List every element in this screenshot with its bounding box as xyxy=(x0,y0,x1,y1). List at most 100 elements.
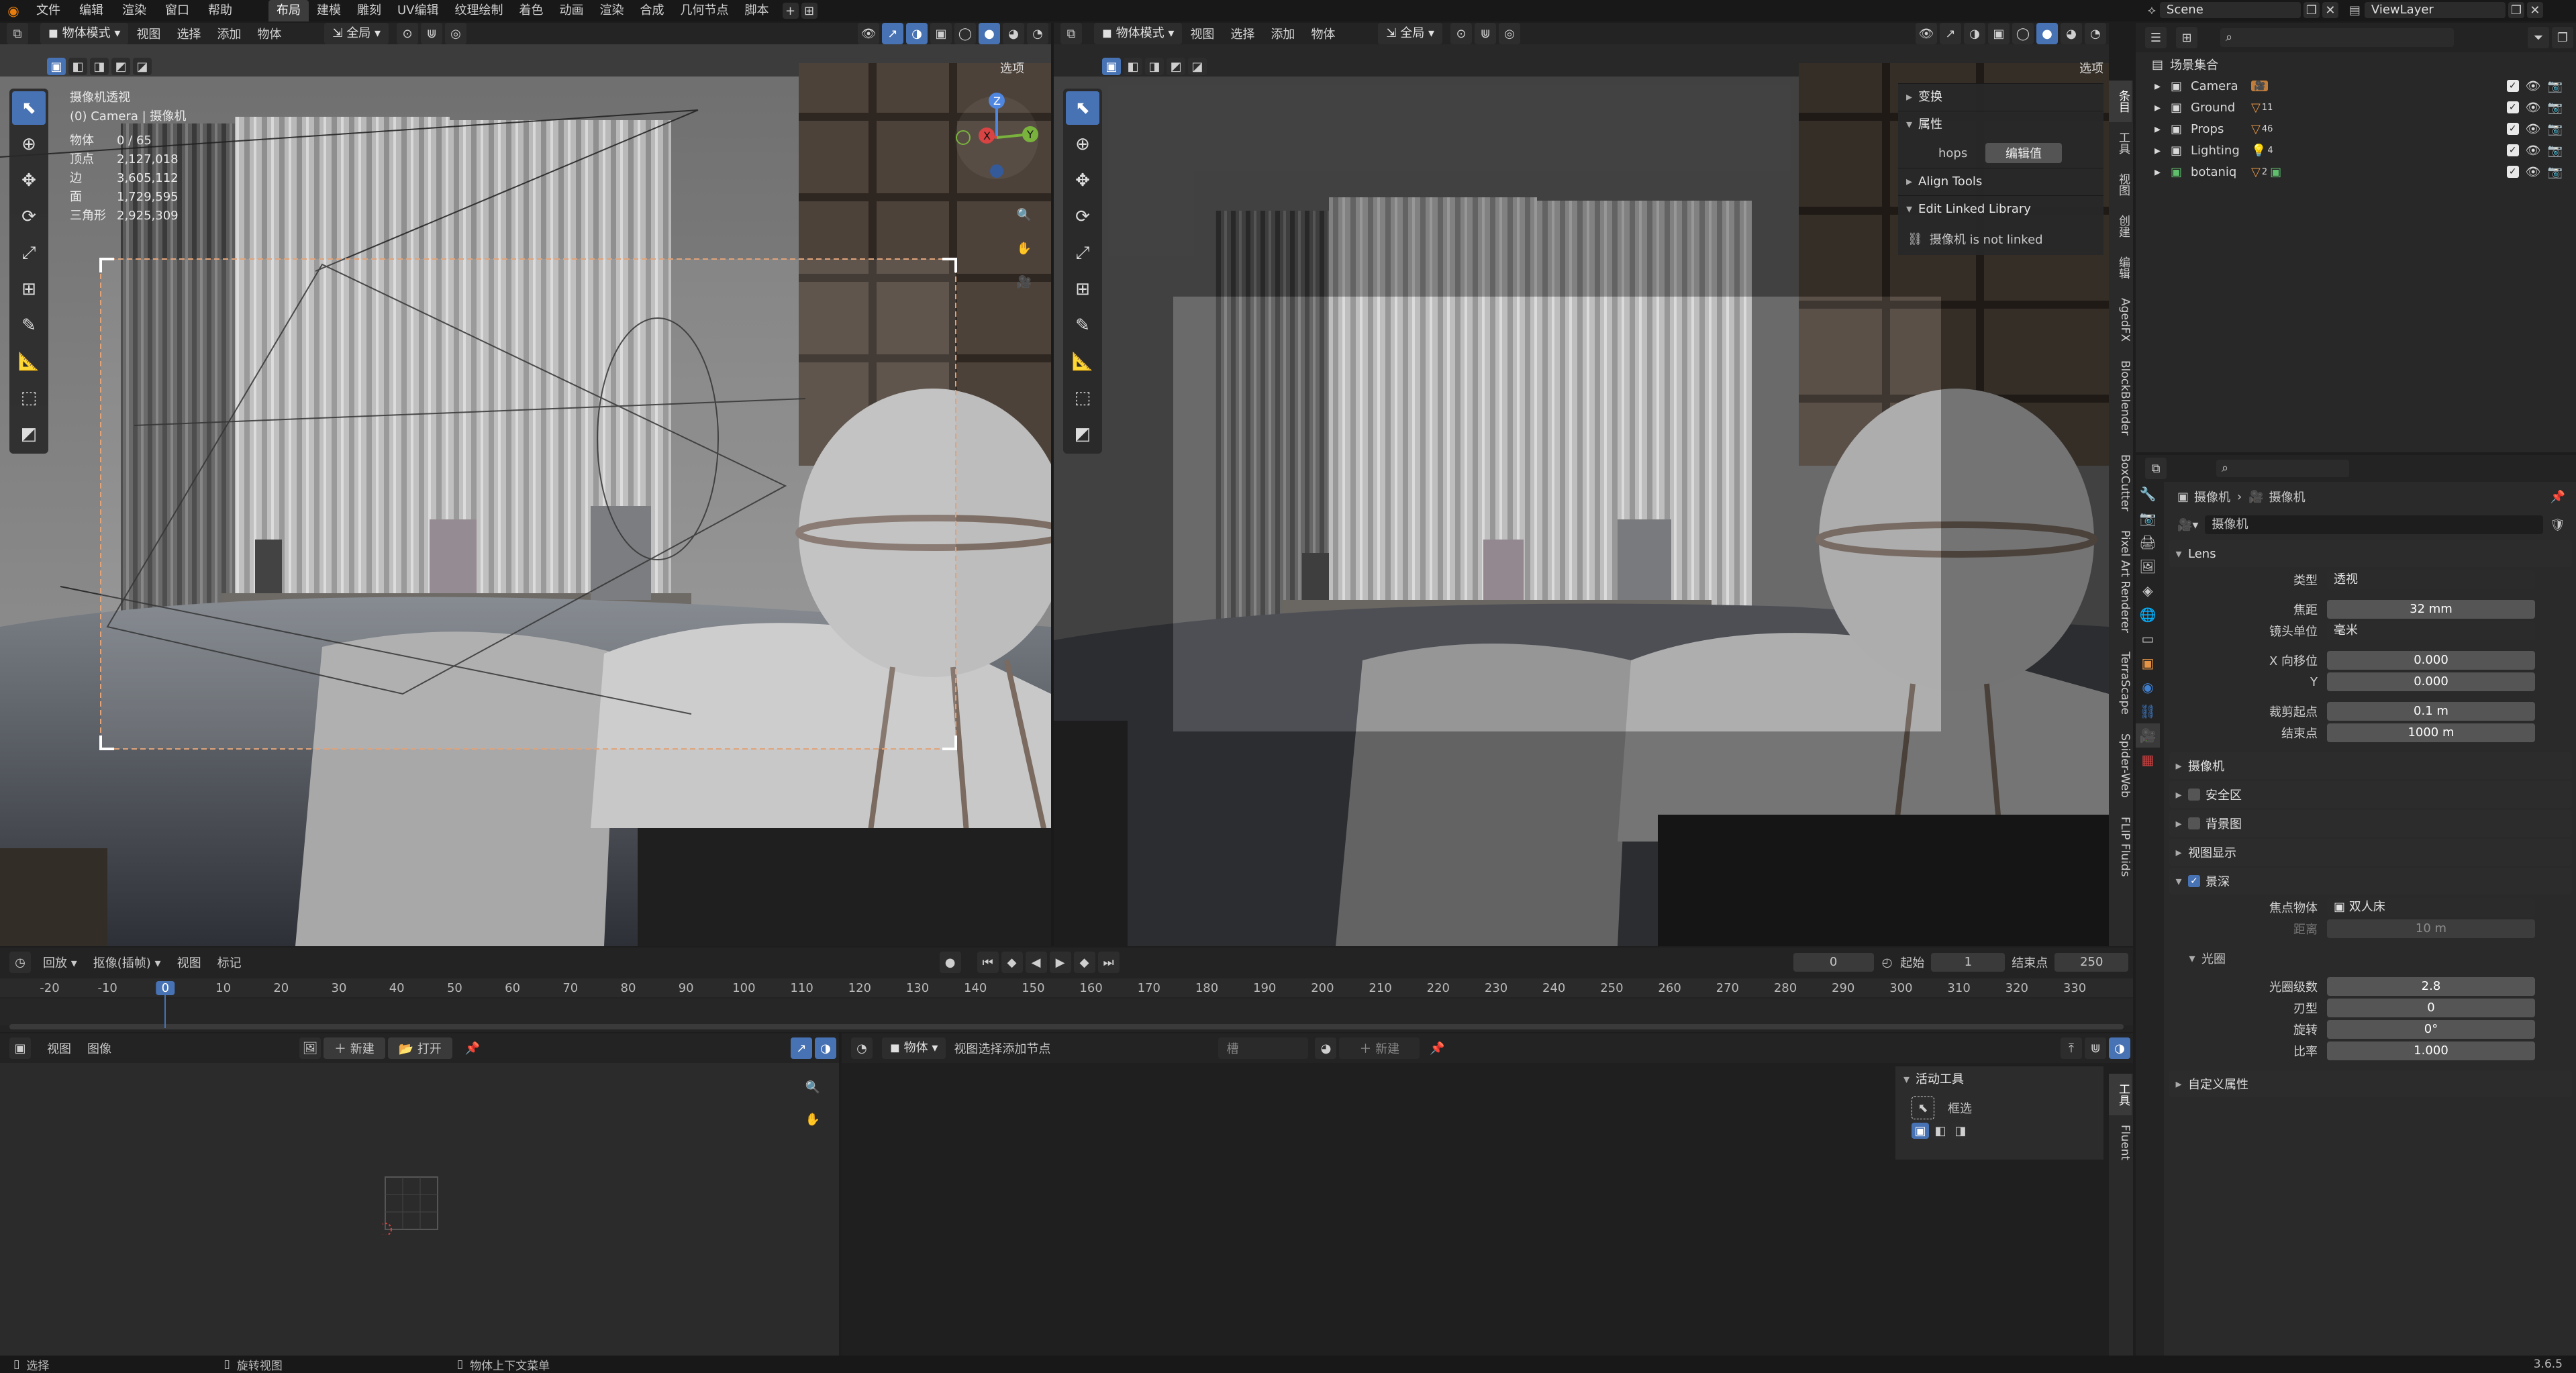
new-image-button[interactable]: ＋ 新建 xyxy=(324,1037,385,1059)
gizmo-toggle-icon[interactable]: ↗ xyxy=(882,23,903,44)
measure-tool[interactable]: 📐 xyxy=(12,345,46,378)
node-pin-icon[interactable]: 📌 xyxy=(1426,1037,1448,1059)
new-material-button[interactable]: ＋ 新建 xyxy=(1339,1037,1420,1059)
material-browse-icon[interactable]: ◕ xyxy=(1315,1037,1337,1059)
select-mode-new-icon[interactable]: ▣ xyxy=(47,58,66,75)
right-transform-tool[interactable]: ⊞ xyxy=(1066,272,1099,306)
image-editor[interactable]: ▣ 视图 图像 🖼 ＋ 新建 📂 打开 📌 ↗ ◑ 🔍 ✋ xyxy=(0,1033,839,1356)
right-annotate-tool[interactable]: ✎ xyxy=(1066,309,1099,342)
right-select-mode-intersect-icon[interactable]: ◪ xyxy=(1188,58,1207,75)
view-layer-field[interactable]: ViewLayer xyxy=(2364,2,2506,18)
properties-editor-type-icon[interactable]: ⧉ xyxy=(2145,458,2167,479)
new-collection-icon[interactable]: ❐ xyxy=(2552,27,2573,48)
left-options-button[interactable]: 选项 xyxy=(1000,59,1024,77)
right-select-mode-extend-icon[interactable]: ◧ xyxy=(1124,58,1142,75)
safe-areas-checkbox[interactable] xyxy=(2188,789,2200,801)
outliner-item-ground[interactable]: ▸ ▣ Ground ▽ 11 ✓ 👁 📷 xyxy=(2136,97,2576,118)
sidebar-tab-create[interactable]: 创建 xyxy=(2109,205,2132,247)
workspace-tab-shading[interactable]: 着色 xyxy=(511,0,552,21)
tool-tab-icon[interactable]: 🔧 xyxy=(2136,482,2160,506)
output-tab-icon[interactable]: 🖨 xyxy=(2136,530,2160,554)
datablock-browse-icon[interactable]: 🎥▾ xyxy=(2177,518,2198,532)
select-box-tool[interactable]: ⬉ xyxy=(12,91,46,125)
right-hops-tool[interactable]: ◩ xyxy=(1066,417,1099,451)
right-scale-tool[interactable]: ⤢ xyxy=(1066,236,1099,270)
visibility-eye-icon[interactable]: 👁 xyxy=(2526,165,2541,179)
menu-file[interactable]: 文件 xyxy=(27,0,70,21)
right-material-shading-icon[interactable]: ◕ xyxy=(2061,23,2082,44)
right-select-mode-new-icon[interactable]: ▣ xyxy=(1102,58,1121,75)
scene-name-field[interactable]: Scene xyxy=(2159,2,2301,18)
workspace-menu-icon[interactable]: ⊞ xyxy=(801,3,818,19)
menu-edit[interactable]: 编辑 xyxy=(70,0,113,21)
workspace-tab-scripting[interactable]: 脚本 xyxy=(737,0,777,21)
cursor-tool[interactable]: ⊕ xyxy=(12,128,46,161)
shift-x-field[interactable]: 0.000 xyxy=(2327,651,2535,670)
sidebar-tab-flip-fluids[interactable]: FLIP Fluids xyxy=(2109,807,2132,886)
render-camera-icon[interactable]: 📷 xyxy=(2548,79,2563,93)
jump-start-icon[interactable]: ⏮ xyxy=(977,952,999,973)
outliner-item-botaniq[interactable]: ▸ ▣ botaniq ▽ 2 ▣ ✓ 👁 📷 xyxy=(2136,161,2576,183)
render-camera-icon[interactable]: 📷 xyxy=(2548,101,2563,115)
workspace-tab-layout[interactable]: 布局 xyxy=(268,0,309,21)
outliner-item-props[interactable]: ▸ ▣ Props ▽ 46 ✓ 👁 📷 xyxy=(2136,118,2576,140)
panel-lens[interactable]: ▾ Lens xyxy=(2169,540,2572,567)
world-tab-icon[interactable]: 🌐 xyxy=(2136,603,2160,627)
navigation-gizmo[interactable]: Z Y X xyxy=(946,87,1047,188)
pan-hand-icon[interactable]: ✋ xyxy=(1013,238,1035,259)
rendered-shading-icon[interactable]: ◔ xyxy=(1027,23,1048,44)
ratio-field[interactable]: 1.000 xyxy=(2327,1041,2535,1060)
lens-unit-dropdown[interactable]: 毫米 xyxy=(2327,621,2535,640)
camera-data-tab-icon[interactable]: 🎥 xyxy=(2136,723,2160,748)
sidebar-tab-tool[interactable]: 工具 xyxy=(2109,122,2132,164)
sidebar-tab-terrascape[interactable]: TerraScape xyxy=(2109,642,2132,724)
visibility-eye-icon[interactable]: 👁 xyxy=(2526,101,2541,115)
shift-y-field[interactable]: 0.000 xyxy=(2327,672,2535,691)
right-menu-select[interactable]: 选择 xyxy=(1230,25,1254,42)
node-type-dropdown[interactable]: ◼ 物体 ▾ xyxy=(882,1037,946,1059)
solid-shading-icon[interactable]: ● xyxy=(979,23,1000,44)
background-images-checkbox[interactable] xyxy=(2188,817,2200,829)
left-3d-viewport[interactable]: ⧉ ◼ 物体模式 ▾ 视图 选择 添加 物体 ⇲ 全局 ▾ ⊙ ⋓ ◎ 👁 ↗ … xyxy=(0,23,1051,946)
properties-search-field[interactable]: ⌕ xyxy=(2216,460,2349,477)
sidebar-tab-boxcutter[interactable]: BoxCutter xyxy=(2109,445,2132,521)
left-mode-dropdown[interactable]: ◼ 物体模式 ▾ xyxy=(40,23,129,44)
right-rotate-tool[interactable]: ⟳ xyxy=(1066,200,1099,234)
node-sidebar-tab-fluent[interactable]: Fluent xyxy=(2109,1115,2132,1170)
workspace-tab-texture-paint[interactable]: 纹理绘制 xyxy=(447,0,511,21)
right-select-mode-subtract-icon[interactable]: ◨ xyxy=(1145,58,1164,75)
right-gizmo-toggle-icon[interactable]: ↗ xyxy=(1940,23,1961,44)
outliner-item-camera[interactable]: ▸ ▣ Camera 🎥 ✓ 👁 📷 xyxy=(2136,75,2576,97)
fstop-field[interactable]: 2.8 xyxy=(2327,977,2535,996)
hops-edit-button[interactable]: 编辑值 xyxy=(1985,143,2062,163)
material-slot-dropdown[interactable]: 槽 xyxy=(1218,1037,1309,1059)
workspace-tab-uv[interactable]: UV编辑 xyxy=(389,0,447,21)
outliner-item-lighting[interactable]: ▸ ▣ Lighting 💡 4 ✓ 👁 📷 xyxy=(2136,140,2576,161)
rotation-field[interactable]: 0° xyxy=(2327,1020,2535,1039)
snap-icon[interactable]: ⋓ xyxy=(421,23,443,44)
panel-depth-of-field[interactable]: ▾ ✓ 景深 xyxy=(2169,868,2572,895)
blades-field[interactable]: 0 xyxy=(2327,999,2535,1017)
right-select-box-tool[interactable]: ⬉ xyxy=(1066,91,1099,125)
display-mode-icon[interactable]: ⊞ xyxy=(2176,27,2197,48)
play-icon[interactable]: ▶ xyxy=(1049,952,1071,973)
workspace-tab-geometry-nodes[interactable]: 几何节点 xyxy=(673,0,737,21)
image-gizmo-icon[interactable]: ↗ xyxy=(791,1037,812,1059)
outliner[interactable]: ☰ ⊞ ⌕ ⏷ ❐ ▤ 场景集合 ▸ ▣ Camera 🎥 ✓ 👁 📷 ▸ ▣ … xyxy=(2136,23,2576,452)
expand-arrow-icon[interactable]: ▸ xyxy=(2154,122,2171,136)
panel-viewport-display[interactable]: ▸ 视图显示 xyxy=(2169,839,2572,866)
properties-pin-icon[interactable]: 📌 xyxy=(2550,490,2565,504)
timeline-editor-type-icon[interactable]: ◷ xyxy=(9,952,31,973)
new-scene-icon[interactable]: ❐ xyxy=(2303,2,2320,18)
render-camera-icon[interactable]: 📷 xyxy=(2548,122,2563,136)
texture-tab-icon[interactable]: ▦ xyxy=(2136,748,2160,772)
right-options-button[interactable]: 选项 xyxy=(2079,59,2103,77)
hops-tool[interactable]: ◩ xyxy=(12,417,46,451)
new-view-layer-icon[interactable]: ❐ xyxy=(2508,2,2524,18)
workspace-tab-rendering[interactable]: 渲染 xyxy=(592,0,632,21)
timeline-track[interactable] xyxy=(0,999,2133,1025)
constraints-tab-icon[interactable]: ⛓ xyxy=(2136,699,2160,723)
exclude-checkbox[interactable]: ✓ xyxy=(2506,123,2519,135)
sidebar-tab-agedfx[interactable]: AgedFX xyxy=(2109,289,2132,351)
right-solid-shading-icon[interactable]: ● xyxy=(2036,23,2058,44)
